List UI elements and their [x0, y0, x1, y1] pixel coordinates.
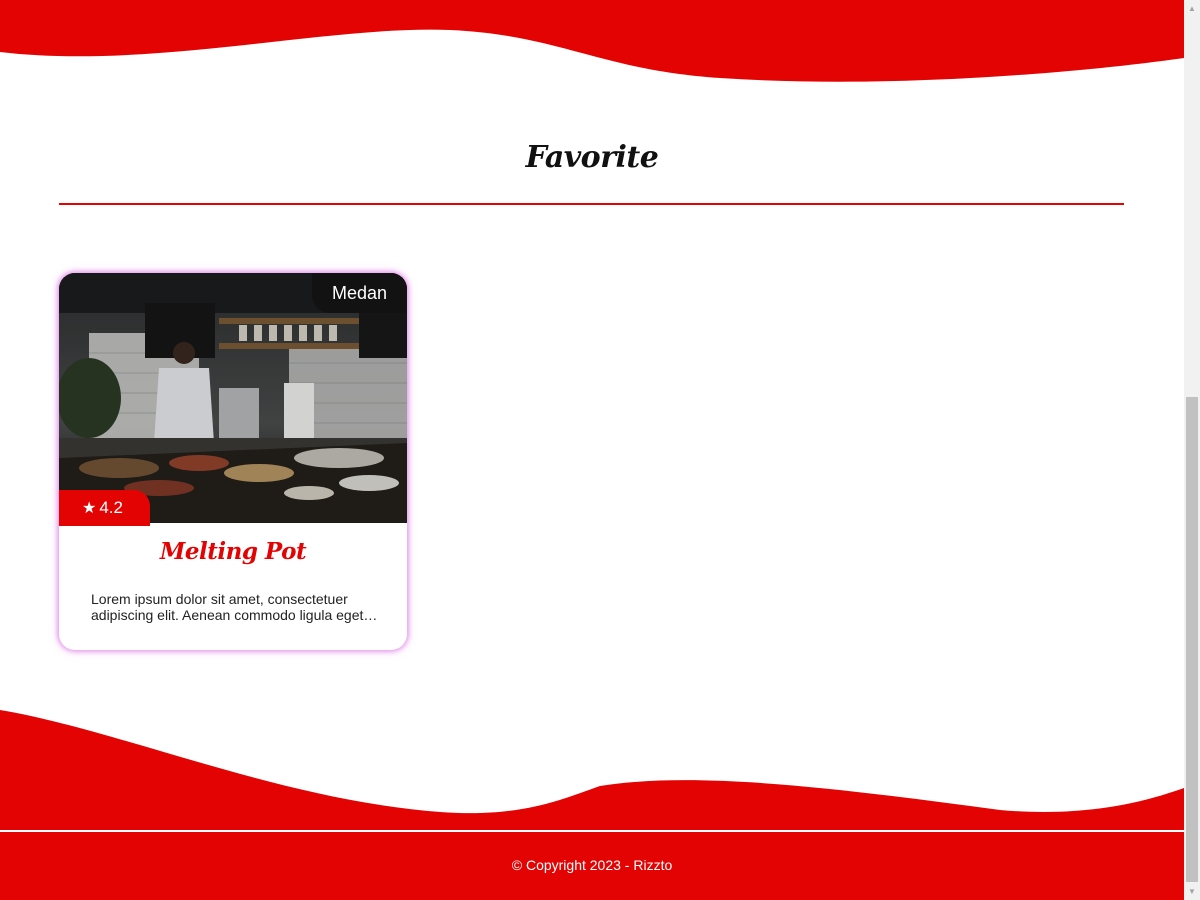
rating-value: 4.2	[99, 498, 123, 517]
restaurant-name[interactable]: Melting Pot	[59, 538, 407, 565]
section-title: Favorite	[525, 140, 659, 175]
vertical-scrollbar[interactable]: ▲ ▼	[1184, 0, 1200, 900]
star-icon: ★	[82, 500, 97, 517]
footer: © Copyright 2023 - Rizzto	[0, 832, 1184, 900]
top-wave-decoration	[0, 0, 1184, 82]
restaurant-card[interactable]: Medan ★ 4.2 Melting Pot Lorem ipsum dolor…	[59, 273, 407, 650]
scroll-down-icon[interactable]: ▼	[1184, 883, 1200, 900]
rating-badge: ★ 4.2	[59, 490, 150, 526]
city-tag: Medan	[311, 273, 407, 313]
scroll-up-icon[interactable]: ▲	[1184, 0, 1200, 17]
page: Favorite Medan ★ 4.2 Melting Pot Lorem i…	[0, 0, 1184, 900]
title-divider	[59, 203, 1124, 205]
restaurant-description: Lorem ipsum dolor sit amet, consectetuer…	[91, 591, 364, 623]
bottom-wave-decoration	[0, 710, 1184, 830]
copyright-text: © Copyright 2023 - Rizzto	[511, 857, 673, 873]
scrollbar-thumb[interactable]	[1186, 397, 1198, 882]
